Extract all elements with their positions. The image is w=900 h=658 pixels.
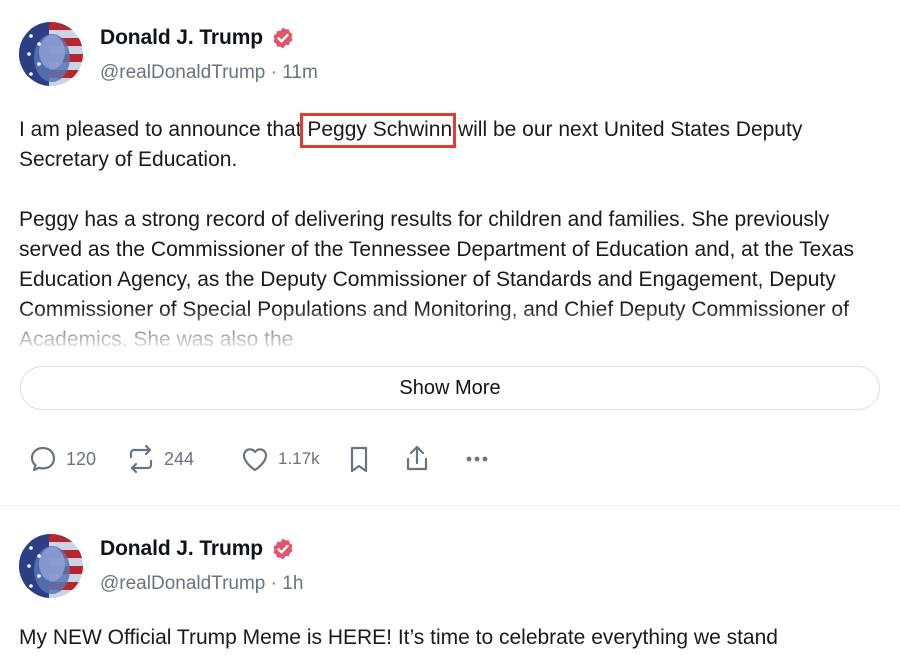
repost-icon xyxy=(126,444,156,474)
post-body: I am pleased to announce that Peggy Schw… xyxy=(0,113,900,346)
repost-button[interactable]: 244 xyxy=(126,444,240,474)
like-count: 1.17k xyxy=(278,449,320,468)
author-name-row: Donald J. Trump xyxy=(100,26,295,50)
repost-count: 244 xyxy=(164,448,195,469)
author-meta: @realDonaldTrump · 11m xyxy=(100,62,318,84)
bookmark-button[interactable] xyxy=(344,444,402,474)
post-actions: 120 244 1.17k xyxy=(28,441,492,477)
post-paragraph-1: My NEW Official Trump Meme is HERE! It’s… xyxy=(19,626,778,649)
avatar[interactable] xyxy=(19,22,83,86)
avatar-image xyxy=(19,22,83,86)
show-more-button[interactable]: Show More xyxy=(20,366,880,410)
more-button[interactable] xyxy=(462,444,492,474)
post-paragraph-1: I am pleased to announce that Peggy Schw… xyxy=(19,113,880,175)
post-time[interactable]: 1h xyxy=(282,573,303,594)
author-name-row: Donald J. Trump xyxy=(100,537,295,561)
post: Donald J. Trump @realDonaldTrump · 1h My… xyxy=(0,506,900,658)
avatar-image xyxy=(19,534,83,598)
share-button[interactable] xyxy=(402,444,462,474)
reply-button[interactable]: 120 xyxy=(28,444,126,474)
meta-separator: · xyxy=(270,573,283,594)
post: Donald J. Trump @realDonaldTrump · 11m I… xyxy=(0,0,900,506)
reply-icon xyxy=(28,444,58,474)
share-icon xyxy=(402,444,432,474)
verified-icon xyxy=(271,26,295,50)
highlighted-name-text: Peggy Schwinn xyxy=(307,118,453,141)
avatar[interactable] xyxy=(19,534,83,598)
text-before: I am pleased to announce that xyxy=(19,118,308,141)
author-meta: @realDonaldTrump · 1h xyxy=(100,573,303,595)
like-icon xyxy=(240,444,270,474)
meta-separator: · xyxy=(270,62,283,83)
author-handle[interactable]: @realDonaldTrump xyxy=(100,573,265,594)
post-time[interactable]: 11m xyxy=(282,62,318,83)
author-name[interactable]: Donald J. Trump xyxy=(100,537,263,561)
author-name[interactable]: Donald J. Trump xyxy=(100,26,263,50)
post-paragraph-2: Peggy has a strong record of delivering … xyxy=(19,208,855,346)
verified-icon xyxy=(271,537,295,561)
bookmark-icon xyxy=(344,444,374,474)
highlighted-name: Peggy Schwinn xyxy=(300,113,457,148)
more-icon xyxy=(462,444,492,474)
like-button[interactable]: 1.17k xyxy=(240,444,344,474)
reply-count: 120 xyxy=(66,448,97,469)
author-handle[interactable]: @realDonaldTrump xyxy=(100,62,265,83)
